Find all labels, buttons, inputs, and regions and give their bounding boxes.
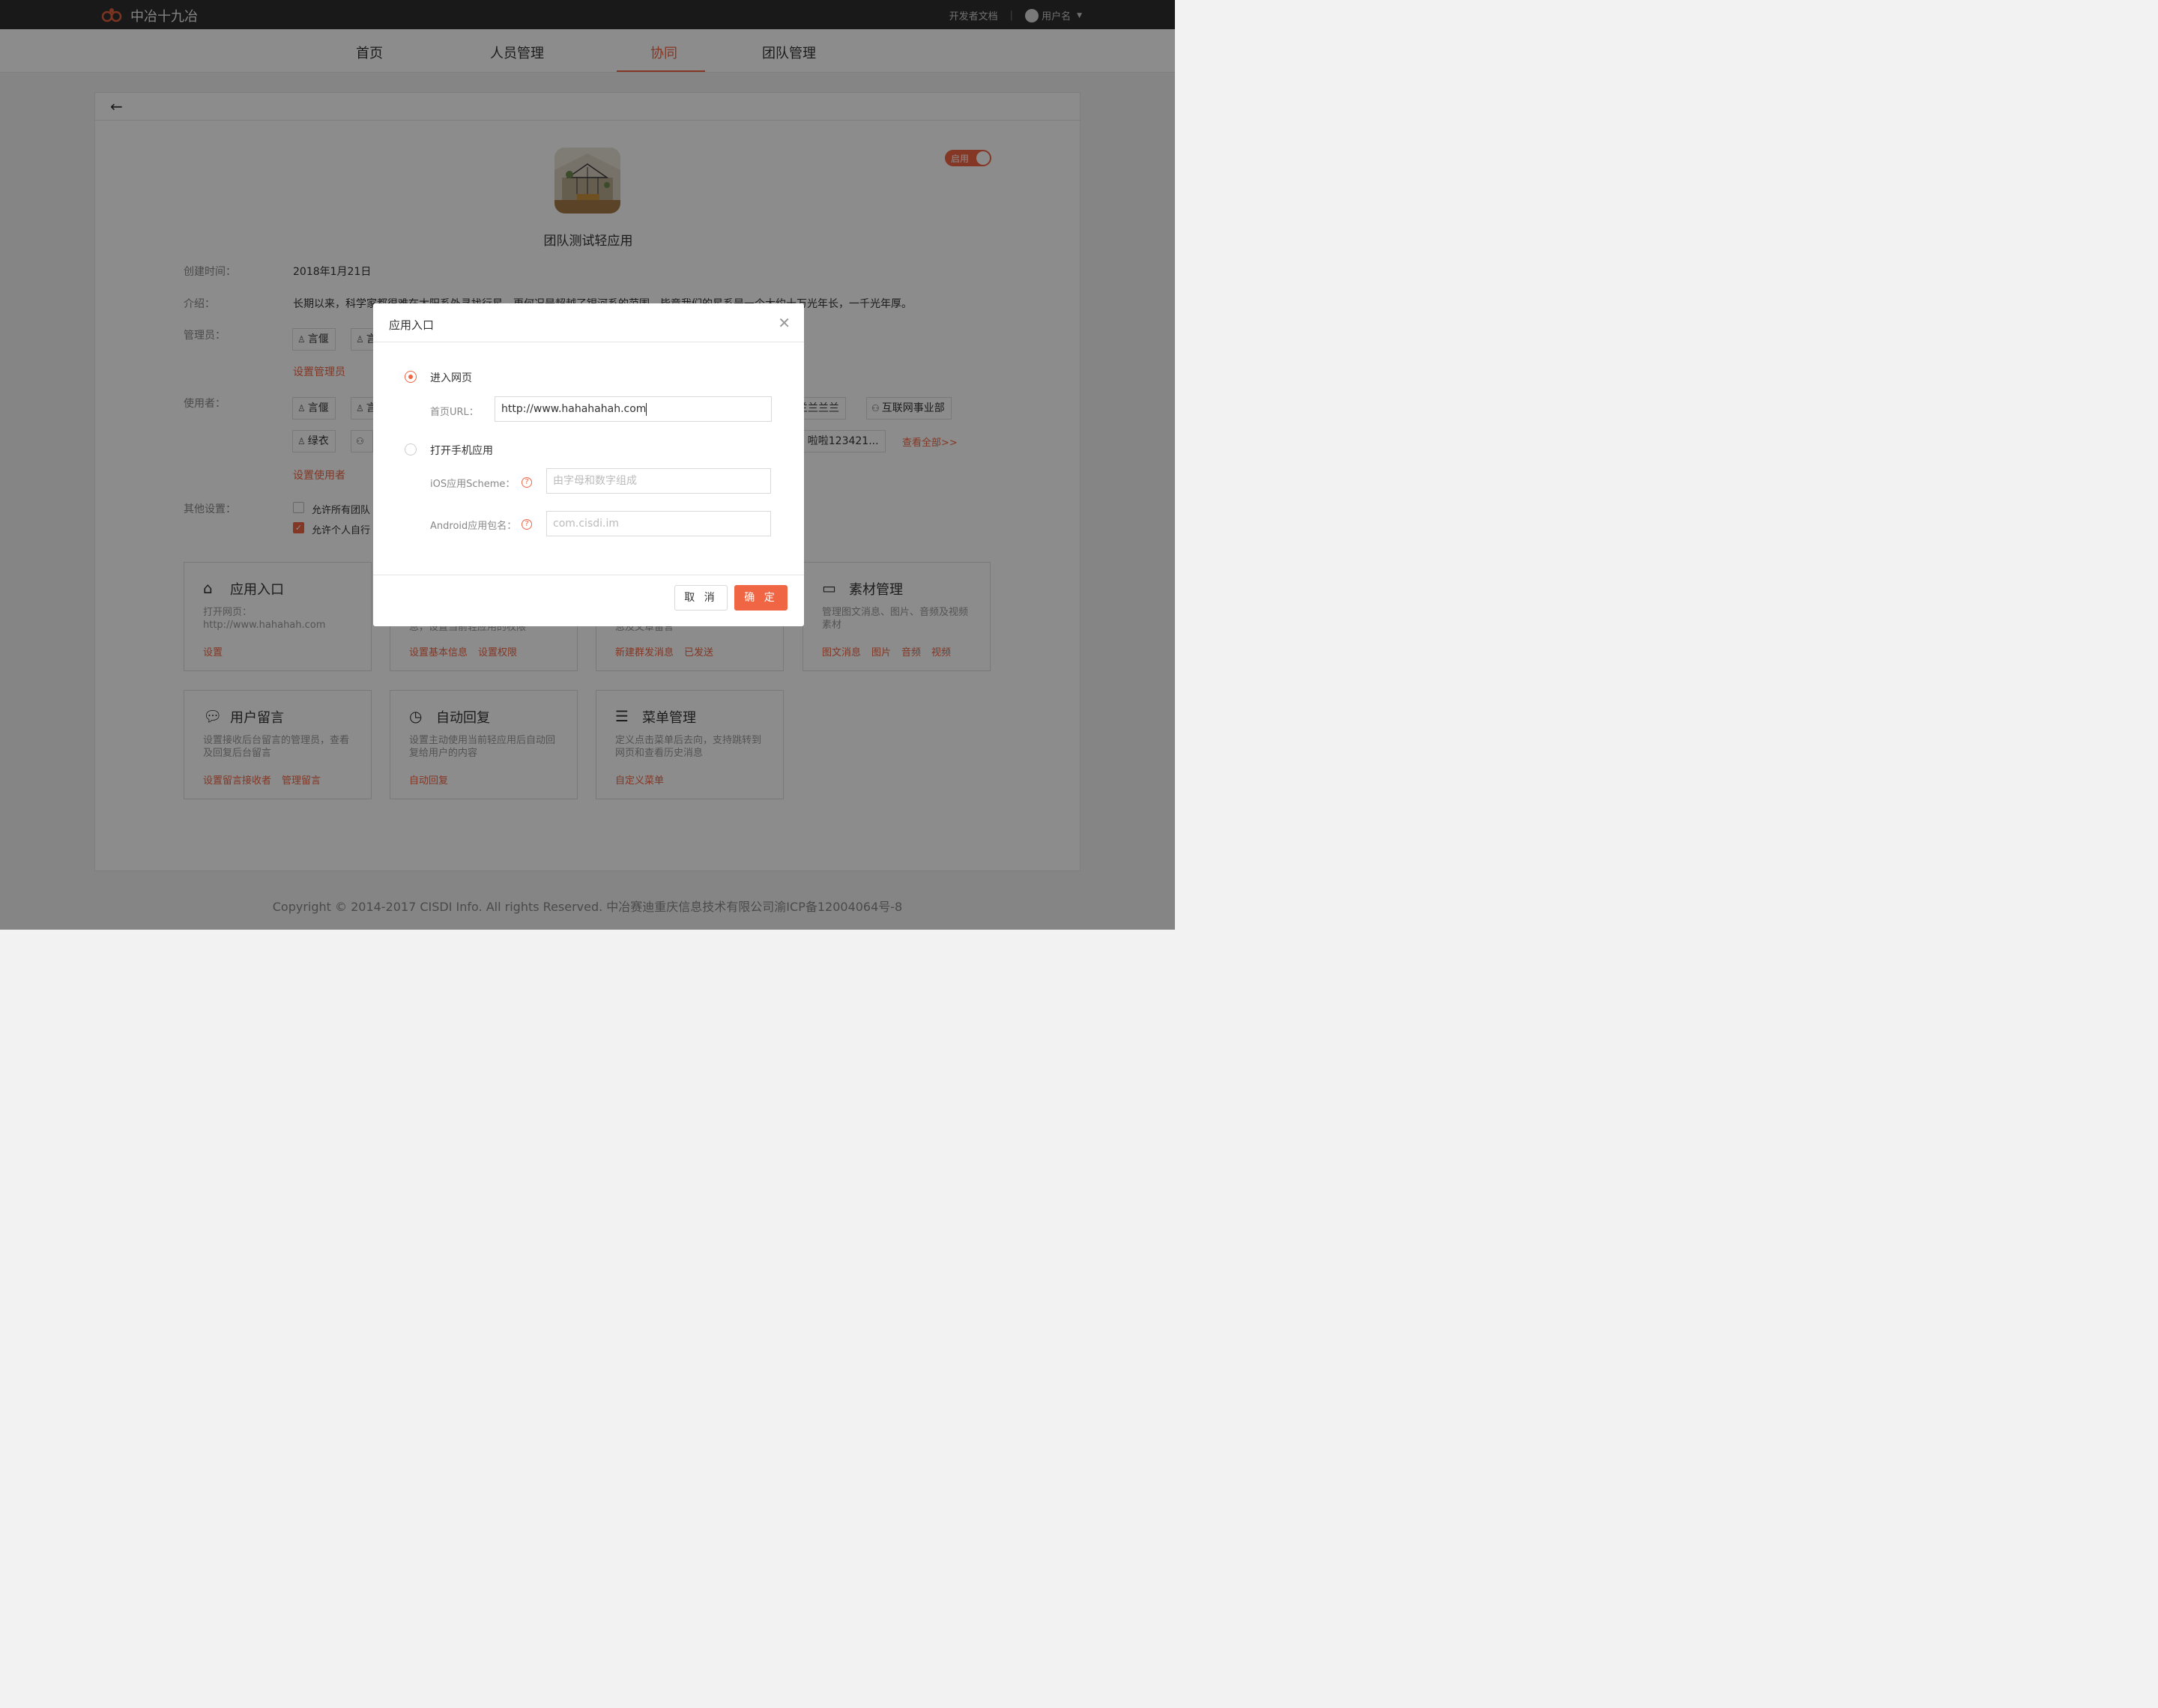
android-package-input[interactable]: com.cisdi.im [546, 511, 771, 536]
text-cursor [646, 402, 647, 416]
help-icon[interactable]: ? [522, 477, 532, 488]
ios-scheme-label: iOS应用Scheme： [430, 479, 516, 490]
url-input[interactable]: http://www.hahahahah.com [495, 396, 772, 422]
url-label: 首页URL： [430, 407, 479, 418]
cancel-button[interactable]: 取 消 [674, 585, 728, 611]
confirm-button[interactable]: 确 定 [734, 585, 788, 611]
radio-web[interactable] [405, 371, 417, 383]
app-entry-modal: 应用入口 ✕ 进入网页 首页URL： http://www.hahahahah.… [373, 303, 804, 626]
radio-app-label: 打开手机应用 [430, 445, 493, 457]
android-package-label: Android应用包名： [430, 521, 517, 532]
ios-scheme-input[interactable]: 由字母和数字组成 [546, 468, 771, 494]
close-icon[interactable]: ✕ [778, 314, 791, 332]
help-icon[interactable]: ? [522, 519, 532, 530]
radio-app[interactable] [405, 443, 417, 455]
modal-title: 应用入口 [389, 318, 435, 332]
radio-web-label: 进入网页 [430, 372, 472, 384]
